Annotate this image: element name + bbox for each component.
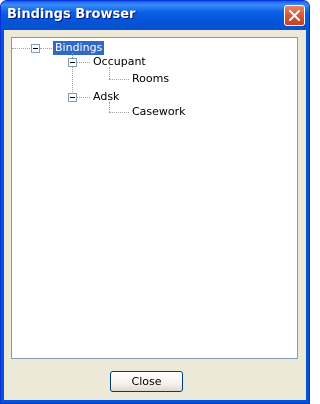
- tree-line: [77, 97, 90, 98]
- bindings-tree[interactable]: Bindings Occupant Rooms Adsk Casework: [11, 37, 298, 359]
- tree-node-adsk[interactable]: Adsk: [91, 90, 121, 104]
- tree-node-occupant[interactable]: Occupant: [91, 55, 148, 69]
- tree-line: [40, 48, 52, 49]
- bindings-browser-window: Bindings Browser Bindings Occupant Rooms…: [0, 0, 310, 404]
- close-icon: [289, 10, 300, 21]
- close-button[interactable]: Close: [110, 371, 183, 392]
- tree-line: [109, 112, 129, 113]
- adsk-collapse-icon[interactable]: [68, 93, 77, 102]
- window-close-button[interactable]: [284, 5, 305, 26]
- occupant-collapse-icon[interactable]: [68, 58, 77, 67]
- tree-line: [109, 79, 129, 80]
- tree-node-bindings[interactable]: Bindings: [51, 40, 106, 56]
- tree-line: [109, 67, 110, 79]
- tree-node-casework[interactable]: Casework: [130, 105, 188, 119]
- tree-line: [12, 48, 30, 49]
- right-frame: [306, 30, 309, 403]
- title-bar[interactable]: Bindings Browser: [1, 1, 309, 30]
- left-frame: [1, 30, 4, 403]
- tree-line: [109, 102, 110, 112]
- tree-node-rooms[interactable]: Rooms: [130, 72, 171, 86]
- tree-line: [77, 62, 90, 63]
- bottom-frame: [1, 400, 309, 403]
- window-title: Bindings Browser: [7, 7, 136, 22]
- root-collapse-icon[interactable]: [31, 44, 40, 53]
